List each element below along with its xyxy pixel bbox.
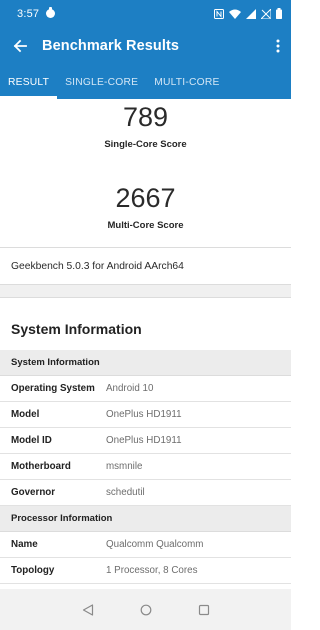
- tab-result[interactable]: RESULT: [0, 65, 58, 99]
- single-core-score-value: 789: [122, 102, 169, 132]
- info-key: Model ID: [11, 435, 52, 446]
- signal-icon: [246, 8, 256, 19]
- info-value: OnePlus HD1911: [106, 409, 182, 420]
- arrow-left-icon: [13, 39, 27, 53]
- more-vert-icon: [276, 39, 280, 53]
- tab-label: SINGLE-CORE: [65, 76, 139, 88]
- back-button[interactable]: [0, 27, 40, 65]
- info-value: OnePlus HD1911: [106, 435, 182, 446]
- tab-single-core[interactable]: SINGLE-CORE: [57, 65, 146, 99]
- system-nav-bar: [0, 589, 291, 630]
- section-heading-system-information: System Information: [11, 321, 142, 337]
- tab-bar: RESULT SINGLE-CORE MULTI-CORE: [0, 65, 291, 99]
- single-core-score-label: Single-Core Score: [104, 139, 187, 150]
- info-key: Name: [11, 539, 38, 550]
- tab-label: MULTI-CORE: [154, 76, 220, 88]
- single-core-score: 789 Single-Core Score: [0, 99, 291, 150]
- section-separator: [0, 284, 291, 298]
- multi-core-score-label: Multi-Core Score: [107, 220, 184, 231]
- status-time: 3:57: [17, 7, 40, 20]
- info-key: Governor: [11, 487, 56, 498]
- status-bar: 3:57: [0, 0, 291, 27]
- version-info: Geekbench 5.0.3 for Android AArch64: [11, 260, 184, 272]
- subheader-system-information: System Information: [0, 350, 291, 376]
- home-circle-icon[interactable]: [140, 604, 152, 616]
- tab-label: RESULT: [8, 76, 50, 88]
- app-bar: Benchmark Results: [0, 27, 291, 65]
- info-row: Motherboard msmnile: [0, 454, 291, 480]
- subheader-processor-information: Processor Information: [0, 506, 291, 532]
- info-row: Topology 1 Processor, 8 Cores: [0, 558, 291, 584]
- status-icons: [214, 8, 282, 19]
- info-row: Model OnePlus HD1911: [0, 402, 291, 428]
- tab-multi-core[interactable]: MULTI-CORE: [146, 65, 227, 99]
- page-title: Benchmark Results: [42, 38, 180, 54]
- multi-core-score: 2667 Multi-Core Score: [0, 150, 291, 231]
- nfc-icon: [214, 8, 224, 19]
- info-key: Model: [11, 409, 40, 420]
- info-value: schedutil: [106, 487, 145, 498]
- more-options-button[interactable]: [265, 27, 291, 65]
- info-row: Name Qualcomm Qualcomm: [0, 532, 291, 558]
- no-signal-icon: [261, 8, 271, 19]
- info-row: Model ID OnePlus HD1911: [0, 428, 291, 454]
- results-content[interactable]: 789 Single-Core Score 2667 Multi-Core Sc…: [0, 99, 291, 589]
- circle-notification-icon: [46, 7, 56, 18]
- info-key: Topology: [11, 565, 55, 576]
- wifi-icon: [229, 9, 241, 19]
- battery-icon: [276, 8, 282, 19]
- info-key: Motherboard: [11, 461, 71, 472]
- info-row: Operating System Android 10: [0, 376, 291, 402]
- info-value: msmnile: [106, 461, 143, 472]
- multi-core-score-value: 2667: [115, 183, 176, 213]
- info-key: Operating System: [11, 383, 95, 394]
- back-triangle-icon[interactable]: [82, 603, 94, 616]
- info-value: Android 10: [106, 383, 154, 394]
- info-value: 1 Processor, 8 Cores: [106, 565, 198, 576]
- info-value: Qualcomm Qualcomm: [106, 539, 204, 550]
- recents-square-icon[interactable]: [198, 604, 210, 616]
- info-row: Governor schedutil: [0, 480, 291, 506]
